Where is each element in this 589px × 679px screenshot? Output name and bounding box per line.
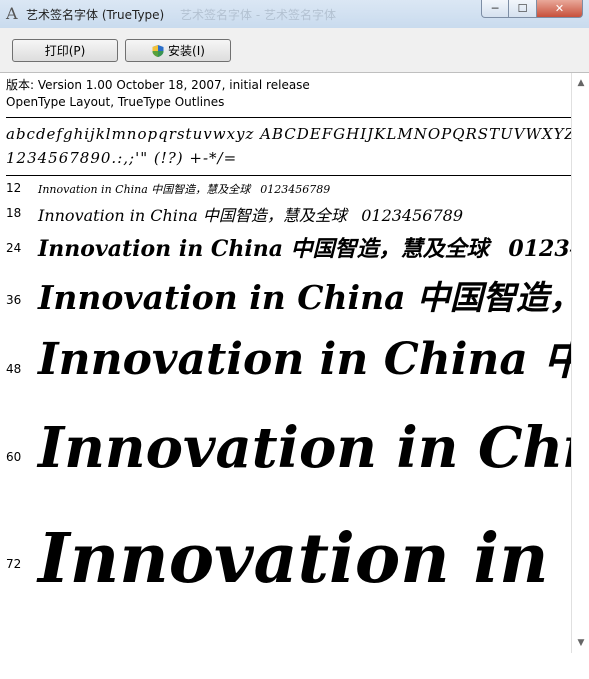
print-button-label: 打印(P)	[44, 44, 86, 58]
sample-row: 36 Innovation in China 中国智造，慧及全球01234567…	[0, 265, 571, 317]
close-icon: ✕	[554, 2, 565, 15]
sample-size: 48	[6, 362, 22, 376]
toolbar: 打印(P) 安装(I)	[0, 28, 589, 73]
sample-text: Innovation in China 中国智造，慧及全球0123456789	[38, 271, 571, 317]
window-title-ghost: 艺术签名字体 - 艺术签名字体	[180, 8, 336, 22]
sample-phrase: Innovation in China 中国智造，慧及全球	[38, 236, 489, 262]
sample-size: 12	[6, 181, 22, 195]
minimize-button[interactable]: ─	[481, 0, 509, 18]
window-bottom	[0, 653, 589, 679]
scroll-down-icon[interactable]: ▼	[575, 637, 587, 649]
charset-symbols: 1234567890.:,;'" (!?) +-*/=	[6, 149, 238, 167]
sample-row: 60 Innovation in China 中国智造，慧及全球01234567…	[0, 401, 571, 501]
sample-phrase: Innovation in China 中国智造，慧及全球	[38, 334, 571, 385]
font-viewer-window: A 艺术签名字体 (TrueType) 艺术签名字体 - 艺术签名字体 ─ ☐ …	[0, 0, 589, 679]
sample-text: Innovation in China 中国智造，慧及全球 0123456789	[38, 231, 571, 263]
window-title: 艺术签名字体 (TrueType)	[26, 8, 165, 22]
sample-size: 24	[6, 241, 22, 255]
sample-row: 48 Innovation in China 中国智造，慧及全球01234567…	[0, 319, 571, 399]
sample-row: 18 Innovation in China 中国智造，慧及全球 01234567…	[0, 199, 571, 225]
sample-text: Innovation in China 中国智造，慧及全球 0123456789	[38, 202, 463, 225]
font-file-icon: A	[6, 4, 18, 23]
sample-text: Innovation in China 中国智造，慧及全球0123456789	[38, 503, 571, 602]
print-button[interactable]: 打印(P)	[12, 39, 118, 62]
sample-digits: 0123456789	[361, 206, 464, 225]
sample-phrase: Innovation in China 中国智造，慧及全球	[38, 206, 347, 225]
sample-phrase: Innovation in China 中国智造，慧及全球	[38, 183, 251, 196]
uac-shield-icon	[152, 44, 164, 57]
sample-text: Innovation in China 中国智造，慧及全球 0123456789	[38, 181, 330, 197]
charset-letters: abcdefghijklmnopqrstuvwxyz ABCDEFGHIJKLM…	[6, 125, 571, 143]
install-button-label: 安装(I)	[168, 44, 205, 58]
sample-text: Innovation in China 中国智造，慧及全球0123456789	[38, 403, 571, 484]
sample-size: 72	[6, 557, 22, 571]
sample-size: 18	[6, 206, 22, 220]
sample-text: Innovation in China 中国智造，慧及全球0123456789	[38, 323, 571, 387]
scroll-up-icon[interactable]: ▲	[575, 77, 587, 89]
sample-size: 60	[6, 450, 22, 464]
sample-phrase: Innovation in China 中国智造，慧及全球	[38, 519, 571, 599]
scroll-track[interactable]	[574, 93, 588, 633]
minimize-icon: ─	[491, 2, 499, 15]
sample-digits: 0123456789	[508, 236, 571, 262]
sample-row: 72 Innovation in China 中国智造，慧及全球01234567…	[0, 503, 571, 631]
close-button[interactable]: ✕	[537, 0, 583, 18]
divider	[6, 117, 571, 118]
sample-phrase: Innovation in China 中国智造，慧及全球	[38, 278, 571, 317]
sample-row: 24 Innovation in China 中国智造，慧及全球 01234567…	[0, 227, 571, 263]
title-bar[interactable]: A 艺术签名字体 (TrueType) 艺术签名字体 - 艺术签名字体 ─ ☐ …	[0, 0, 589, 28]
divider	[6, 175, 571, 176]
font-type: OpenType Layout, TrueType Outlines	[6, 95, 225, 109]
font-preview-pane: 版本: Version 1.00 October 18, 2007, initi…	[0, 73, 571, 653]
vertical-scrollbar[interactable]: ▲ ▼	[571, 73, 589, 653]
sample-size: 36	[6, 293, 22, 307]
maximize-icon: ☐	[517, 2, 528, 15]
install-button[interactable]: 安装(I)	[125, 39, 231, 62]
sample-phrase: Innovation in China 中国智造，慧及全球	[38, 415, 571, 481]
sample-digits: 0123456789	[260, 183, 331, 196]
maximize-button[interactable]: ☐	[509, 0, 537, 18]
window-controls: ─ ☐ ✕	[481, 0, 583, 20]
sample-row: 12 Innovation in China 中国智造，慧及全球 01234567…	[0, 179, 571, 197]
font-version: 版本: Version 1.00 October 18, 2007, initi…	[6, 78, 310, 92]
